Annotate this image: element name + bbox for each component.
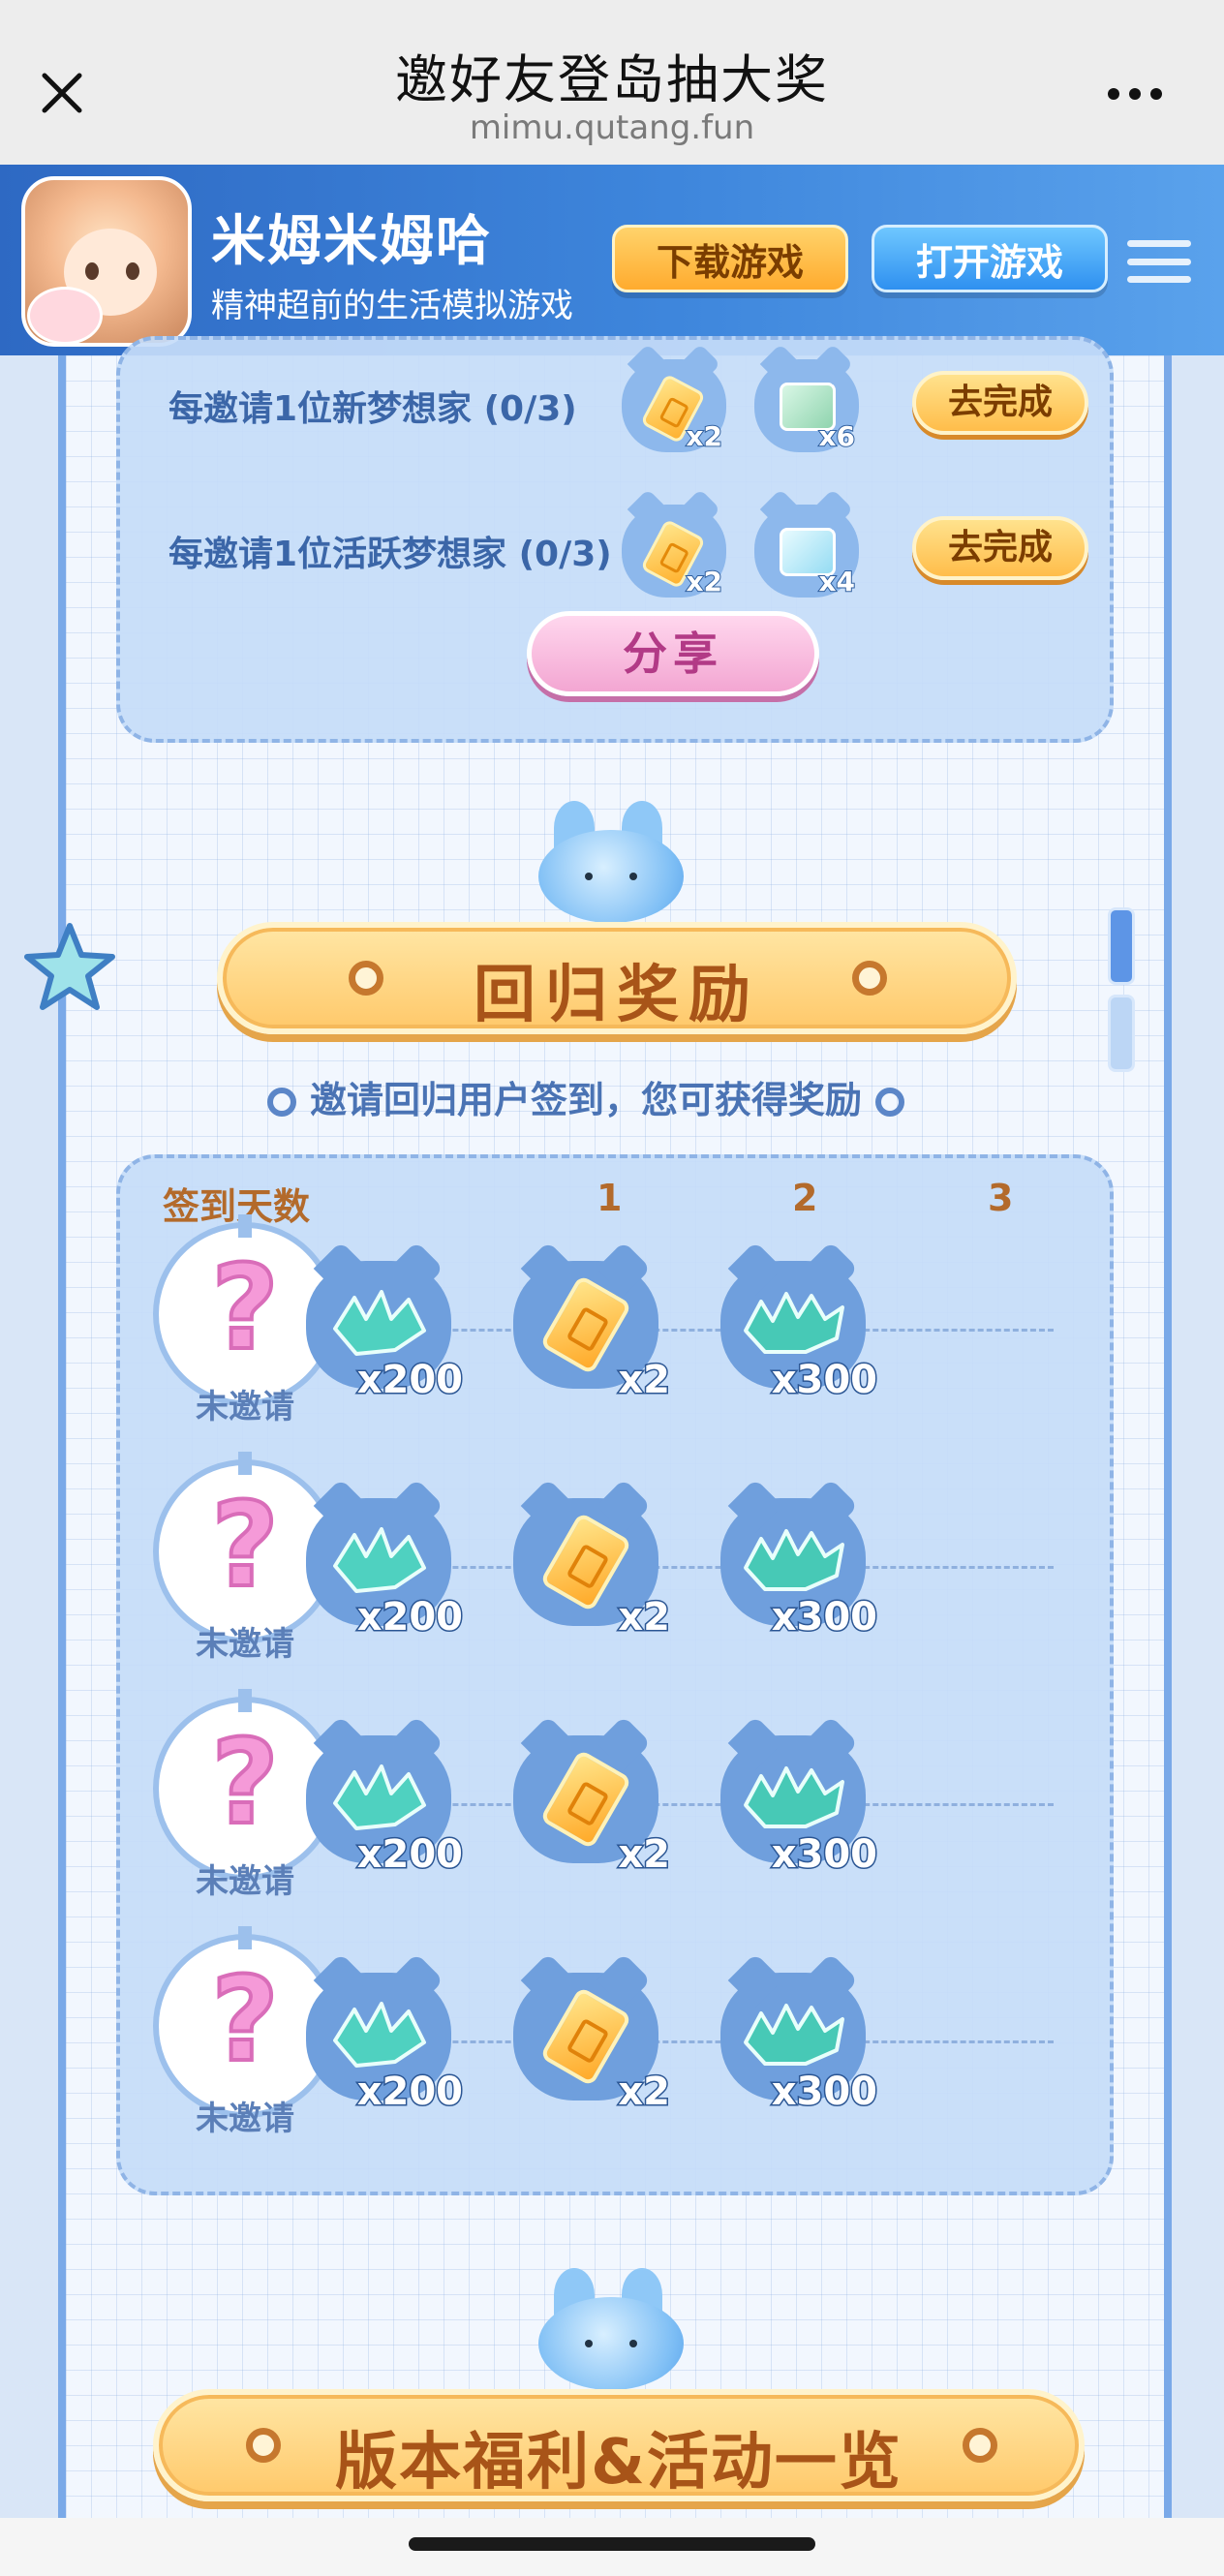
more-dots-icon (1108, 88, 1119, 100)
invite-status-label: 未邀请 (196, 1388, 294, 1426)
reward-count: x200 (355, 1357, 464, 1404)
menu-icon (1127, 240, 1191, 247)
section-subtitle: 邀请回归用户签到，您可获得奖励 (8, 1070, 1164, 1123)
task-row-active: 每邀请1位活跃梦想家 (0/3) x2 x4 去完成 (120, 495, 1110, 601)
question-mark-icon: ? (209, 1240, 281, 1378)
reward-bubble-day-1: x200 (306, 1261, 465, 1404)
reward-count: x2 (617, 1831, 672, 1879)
reward-bubble-day-2: x2 (513, 1973, 671, 2116)
reward-count: x200 (355, 1594, 464, 1641)
invite-status-label: 未邀请 (196, 1862, 294, 1901)
reward-count: x200 (355, 2069, 464, 2116)
reward-count: x2 (617, 1357, 672, 1404)
crystal-icon (744, 1766, 844, 1828)
reward-bubble-day-1: x200 (306, 1973, 465, 2116)
connector-line (356, 1566, 1054, 1569)
crystal-icon (333, 1764, 426, 1830)
menu-button[interactable] (1127, 240, 1191, 283)
side-tab-lower[interactable] (1108, 995, 1135, 1072)
task-row-new: 每邀请1位新梦想家 (0/3) x2 x6 去完成 (120, 350, 1110, 456)
app-download-banner: 米姆米姆哈 精神超前的生活模拟游戏 下载游戏 打开游戏 (0, 165, 1224, 355)
reward-bubble-day-3: x300 (720, 1735, 879, 1879)
page-title: 邀好友登岛抽大奖 (395, 49, 829, 110)
crystal-icon (744, 1292, 844, 1354)
mascot-icon (521, 2268, 695, 2394)
reward-bubble: x2 (622, 359, 726, 453)
crystal-icon (744, 2004, 844, 2066)
reward-count: x2 (617, 1594, 672, 1641)
star-icon[interactable] (21, 920, 118, 1017)
reward-count: x4 (817, 565, 856, 598)
reward-bubble-day-2: x2 (513, 1498, 671, 1641)
crystal-icon (333, 1527, 426, 1593)
page-url: mimu.qutang.fun (469, 108, 755, 147)
ring-icon (266, 1088, 296, 1117)
ring-icon (875, 1088, 904, 1117)
mascot-icon (521, 801, 695, 927)
column-header-day-1: 1 (597, 1177, 623, 1219)
reward-bubble: x4 (754, 505, 859, 598)
go-complete-button[interactable]: 去完成 (912, 516, 1088, 580)
task-label: 每邀请1位新梦想家 (0/3) (168, 389, 577, 429)
invite-status-label: 未邀请 (196, 2100, 294, 2138)
section-title: 版本福利&活动一览 (335, 2427, 903, 2499)
reward-bubble-day-3: x300 (720, 1498, 879, 1641)
crystal-icon (333, 2002, 426, 2068)
task-label: 每邀请1位活跃梦想家 (0/3) (168, 535, 612, 574)
version-benefits-banner: 版本福利&活动一览 (153, 2389, 1085, 2501)
ring-icon (963, 2428, 997, 2463)
reward-count: x200 (355, 1831, 464, 1879)
reward-count: x300 (770, 1357, 878, 1404)
app-name: 米姆米姆哈 (211, 210, 492, 273)
crystal-icon (744, 1529, 844, 1591)
crystal-icon (333, 1290, 426, 1356)
reward-bubble-day-3: x300 (720, 1261, 879, 1404)
reward-count: x2 (617, 2069, 672, 2116)
question-mark-icon: ? (209, 1477, 281, 1615)
reward-bubble-day-1: x200 (306, 1498, 465, 1641)
reward-count: x6 (817, 419, 856, 453)
connector-line (356, 1803, 1054, 1806)
reward-bubble: x6 (754, 359, 859, 453)
reward-bubble-day-2: x2 (513, 1261, 671, 1404)
reward-count: x300 (770, 1831, 878, 1879)
reward-bubble-day-3: x300 (720, 1973, 879, 2116)
reward-count: x300 (770, 2069, 878, 2116)
question-mark-icon: ? (209, 1951, 281, 2090)
reward-bubble-day-1: x200 (306, 1735, 465, 1879)
ring-icon (852, 961, 887, 996)
app-icon (21, 176, 192, 347)
question-mark-icon: ? (209, 1714, 281, 1853)
home-indicator[interactable] (409, 2537, 815, 2551)
open-game-button[interactable]: 打开游戏 (872, 225, 1108, 292)
reward-count: x300 (770, 1594, 878, 1641)
more-options-button[interactable] (1096, 70, 1174, 118)
connector-line (356, 2040, 1054, 2043)
download-game-button[interactable]: 下载游戏 (612, 225, 848, 292)
invite-task-card: 每邀请1位新梦想家 (0/3) x2 x6 去完成 每邀请1位活跃梦想家 (0/… (116, 336, 1114, 743)
share-button[interactable]: 分享 (527, 611, 819, 696)
side-tab-upper[interactable] (1108, 907, 1135, 985)
reward-count: x2 (685, 419, 723, 453)
reward-count: x2 (685, 565, 723, 598)
column-header-day-2: 2 (792, 1177, 818, 1219)
go-complete-button[interactable]: 去完成 (912, 371, 1088, 435)
section-title: 回归奖励 (474, 960, 760, 1031)
reward-bubble-day-2: x2 (513, 1735, 671, 1879)
connector-line (356, 1329, 1054, 1332)
invite-status-label: 未邀请 (196, 1625, 294, 1664)
reward-bubble: x2 (622, 505, 726, 598)
event-page: 每邀请1位新梦想家 (0/3) x2 x6 去完成 每邀请1位活跃梦想家 (0/… (58, 336, 1172, 2525)
return-reward-banner: 回归奖励 (217, 922, 1017, 1034)
browser-top-bar: 邀好友登岛抽大奖 mimu.qutang.fun (0, 0, 1224, 165)
app-description: 精神超前的生活模拟游戏 (211, 287, 573, 325)
column-header-day-3: 3 (988, 1177, 1014, 1219)
